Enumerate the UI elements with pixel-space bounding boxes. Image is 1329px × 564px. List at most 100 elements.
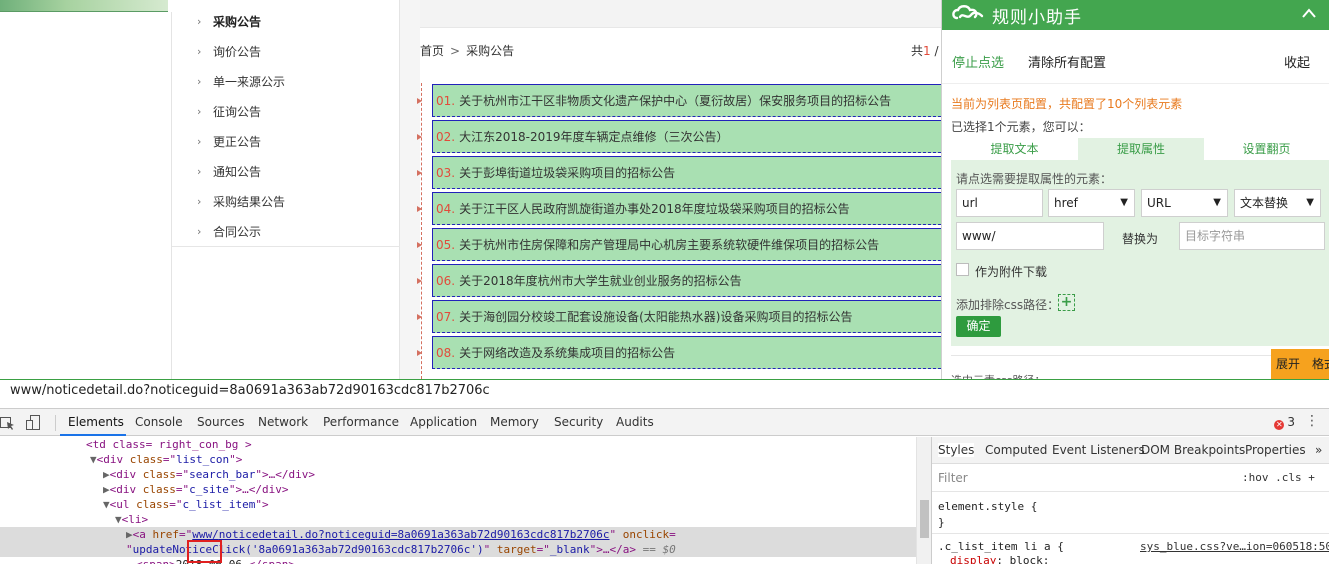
sidebar-item-2[interactable]: › 单一来源公示 [172,68,399,98]
replace-source-input[interactable]: www/ [956,222,1104,250]
dom-line-td[interactable]: <td class= right_con_bg > [0,437,916,452]
expand-triangle-icon[interactable]: ▶ [103,468,110,481]
notice-list-item[interactable]: 08. 关于网络改造及系统集成项目的招标公告 [432,336,946,369]
dom-line-c-list-item[interactable]: ▼<ul class="c_list_item"> [0,497,916,512]
element-style-rule[interactable]: element.style { [938,500,1037,513]
web-page-viewport: › 采购公告 › 询价公告 › 单一来源公示 › 征询公告 › 更正公告 › 通知公告 › 采购结果公告 ›… [0,0,1329,379]
field-name-input[interactable]: url [956,189,1043,217]
sidebar-item-6[interactable]: › 采购结果公告 [172,188,399,218]
notice-title-link[interactable]: 关于2018年度杭州市大学生就业创业服务的招标公告 [459,274,742,288]
stop-pick-button[interactable]: 停止点选 [952,52,1004,71]
operation-select[interactable]: 文本替换 ▼ [1234,189,1321,217]
dom-line-list-con[interactable]: ▼<div class="list_con"> [0,452,916,467]
dom-line-c-site[interactable]: ▶<div class="c_site">…</div> [0,482,916,497]
sidebar-item-5[interactable]: › 通知公告 [172,158,399,188]
inspect-element-icon[interactable] [0,415,16,431]
collapse-triangle-icon[interactable]: ▼ [103,498,110,511]
notice-number: 08. [436,346,456,360]
collapse-button[interactable]: 收起 [1284,52,1310,71]
css-rule-selector[interactable]: .c_list_item li a { [938,540,1064,553]
notice-list-item[interactable]: 01. 关于杭州市江干区非物质文化遗产保护中心（夏衍故居）保安服务项目的招标公告 [432,84,946,117]
notice-list-item[interactable]: 07. 关于海创园分校竣工配套设施设备(太阳能热水器)设备采购项目的招标公告 [432,300,946,333]
notice-title-link[interactable]: 关于海创园分校竣工配套设施设备(太阳能热水器)设备采购项目的招标公告 [459,310,852,324]
expand-triangle-icon[interactable]: ▶ [103,483,110,496]
notice-title-link[interactable]: 关于杭州市住房保障和房产管理局中心机房主要系统软硬件维保项目的招标公告 [459,238,879,252]
clear-config-button[interactable]: 清除所有配置 [1028,52,1106,71]
replace-target-input[interactable]: 目标字符串 [1179,222,1325,250]
new-rule-icon[interactable]: + [1308,471,1315,484]
dom-tag-name: div [103,453,124,466]
tab-properties[interactable]: Properties [1245,443,1306,457]
error-counter[interactable]: ✕ 3 [1274,415,1295,430]
tab-performance[interactable]: Performance [323,415,399,429]
notice-title-link[interactable]: 关于江干区人民政府凯旋街道办事处2018年度垃圾袋采购项目的招标公告 [459,202,850,216]
tab-security[interactable]: Security [554,415,603,429]
tab-dom-breakpoints[interactable]: DOM Breakpoints [1141,443,1245,457]
elements-scrollbar[interactable] [916,437,931,564]
notice-title-link[interactable]: 关于杭州市江干区非物质文化遗产保护中心（夏衍故居）保安服务项目的招标公告 [459,94,891,108]
notice-title-link[interactable]: 关于彭埠街道垃圾袋采购项目的招标公告 [459,166,675,180]
dom-line-anchor-selected[interactable]: ▶<a href="www/noticedetail.do?noticeguid… [0,527,916,542]
css-source-link[interactable]: sys_blue.css?ve…ion=060518:50 [1140,540,1329,553]
tab-elements[interactable]: Elements [68,415,124,429]
notice-list-item[interactable]: 05. 关于杭州市住房保障和房产管理局中心机房主要系统软硬件维保项目的招标公告 [432,228,946,261]
breadcrumb: 首页 > 采购公告 [420,42,514,59]
breadcrumb-home[interactable]: 首页 [420,44,444,58]
hov-toggle[interactable]: :hov [1242,471,1269,484]
type-select[interactable]: URL ▼ [1141,189,1228,217]
tab-pagination[interactable]: 设置翻页 [1204,138,1329,160]
tab-application[interactable]: Application [410,415,477,429]
sidebar-item-0[interactable]: › 采购公告 [172,8,399,38]
notice-list-item[interactable]: 02. 大江东2018-2019年度车辆定点维修（三次公告） [432,120,946,153]
dom-tag-name: ul [116,498,130,511]
href-link[interactable]: noticedetail.do?noticeguid=8a0691a363ab7… [219,528,610,541]
notice-title-link[interactable]: 关于网络改造及系统集成项目的招标公告 [459,346,675,360]
dom-line-span[interactable]: <span>2018-06-06 </span> [0,557,916,564]
notice-list-item[interactable]: 03. 关于彭埠街道垃圾袋采购项目的招标公告 [432,156,946,189]
search-bar[interactable] [420,0,945,28]
css-declaration[interactable]: display: block; [950,554,1049,564]
sidebar-item-3[interactable]: › 征询公告 [172,98,399,128]
notice-list-item[interactable]: 06. 关于2018年度杭州市大学生就业创业服务的招标公告 [432,264,946,297]
tab-computed[interactable]: Computed [985,443,1047,457]
add-exclude-button[interactable]: + [1058,294,1075,311]
collapse-triangle-icon[interactable]: ▼ [90,453,97,466]
sidebar-item-label: 单一来源公示 [213,75,286,89]
sidebar-item-label: 征询公告 [213,105,262,119]
sidebar-divider [172,246,400,247]
confirm-button[interactable]: 确定 [956,316,1001,337]
attribute-select[interactable]: href ▼ [1048,189,1135,217]
scrollbar-thumb[interactable] [920,500,929,538]
page-count: 共1 / [911,42,939,59]
tab-network[interactable]: Network [258,415,308,429]
collapse-triangle-icon[interactable]: ▼ [115,513,122,526]
notice-list-item[interactable]: 04. 关于江干区人民政府凯旋街道办事处2018年度垃圾袋采购项目的招标公告 [432,192,946,225]
dom-line-li[interactable]: ▼<li> [0,512,916,527]
left-margin [0,12,172,379]
sidebar-item-1[interactable]: › 询价公告 [172,38,399,68]
cls-toggle[interactable]: .cls [1275,471,1302,484]
tab-console[interactable]: Console [135,415,183,429]
tab-event-listeners[interactable]: Event Listeners [1052,443,1145,457]
dom-line-search-bar[interactable]: ▶<div class="search_bar">…</div> [0,467,916,482]
device-toolbar-icon[interactable] [26,415,42,431]
tab-memory[interactable]: Memory [490,415,539,429]
hover-state-toggles[interactable]: :hov .cls + [1242,471,1315,484]
expand-triangle-icon[interactable]: ▶ [126,528,133,541]
attachment-checkbox[interactable] [956,263,969,276]
tab-audits[interactable]: Audits [616,415,654,429]
styles-filter-input[interactable]: Filter [938,471,968,485]
tab-styles[interactable]: Styles [938,443,975,457]
tab-extract-attribute[interactable]: 提取属性 [1078,138,1204,160]
chevron-up-icon[interactable] [1301,6,1317,20]
sidebar-item-7[interactable]: › 合同公示 [172,218,399,248]
more-options-icon[interactable]: ⋮ [1305,413,1319,429]
notice-title-link[interactable]: 大江东2018-2019年度车辆定点维修（三次公告） [459,130,728,144]
more-tabs-icon[interactable]: » [1315,443,1322,457]
tab-sources[interactable]: Sources [197,415,244,429]
expand-format-tab[interactable]: 展开 格式 [1271,349,1329,379]
sidebar-item-4[interactable]: › 更正公告 [172,128,399,158]
tab-extract-text[interactable]: 提取文本 [951,138,1078,160]
dom-line-anchor-cont[interactable]: "updateNoticeClick('8a0691a363ab72d90163… [0,542,916,557]
list-marker-icon [417,242,422,248]
